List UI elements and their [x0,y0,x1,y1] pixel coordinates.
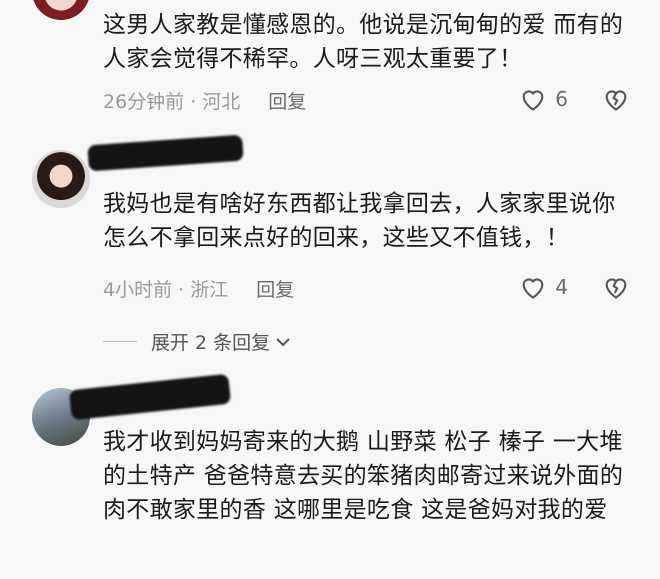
heart-outline-icon [522,278,544,299]
comment-time-location: 4小时前 · 浙江 [103,279,229,301]
like-count: 4 [555,275,568,299]
avatar[interactable] [32,150,90,208]
comment-meta: 26分钟前 · 河北 回复 [103,87,306,114]
chevron-down-icon [276,337,290,346]
broken-heart-icon [605,278,627,299]
broken-heart-icon [605,90,627,111]
divider [103,341,137,342]
like-count: 6 [555,87,568,111]
redacted-username [68,373,232,421]
like-button[interactable]: 6 [519,86,568,112]
comment-meta: 4小时前 · 浙江 回复 [103,275,294,302]
comment-time-location: 26分钟前 · 河北 [103,91,241,113]
like-button[interactable]: 4 [519,274,568,300]
comment-text: 这男人家教是懂感恩的。他说是沉甸甸的爱 而有的人家会觉得不稀罕。人呀三观太重要了… [103,12,624,72]
redacted-username [87,134,244,172]
dislike-button[interactable] [602,274,630,304]
comment-text: 我妈也是有啥好东西都让我拿回去，人家家里说你怎么不拿回来点好的回来，这些又不值钱… [103,191,616,251]
expand-replies-label: 展开 2 条回复 [151,332,271,354]
reply-button[interactable]: 回复 [256,275,294,302]
comment-text: 我才收到妈妈寄来的大鹅 山野菜 松子 榛子 一大堆的土特产 爸爸特意去买的笨猪肉… [103,429,624,523]
avatar[interactable] [32,0,90,20]
expand-replies-button[interactable]: 展开 2 条回复 [103,328,292,355]
dislike-button[interactable] [602,86,630,116]
reply-button[interactable]: 回复 [268,87,306,114]
heart-outline-icon [522,90,544,111]
